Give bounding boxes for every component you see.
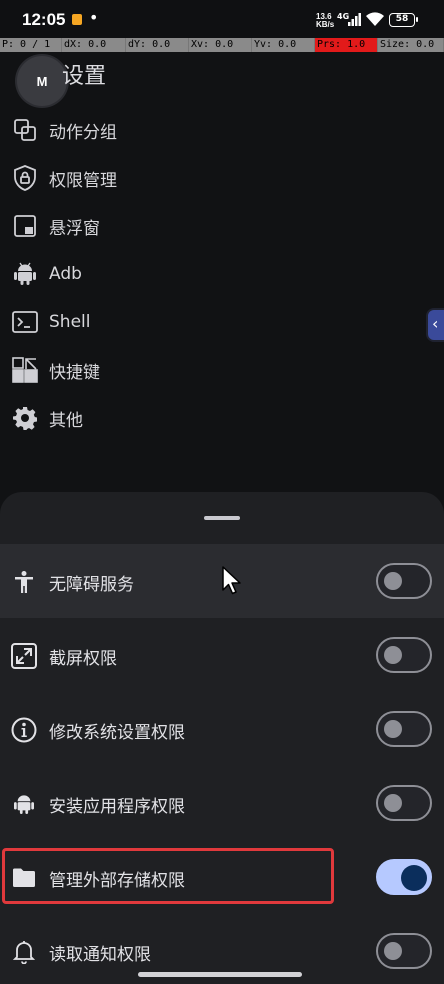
debug-yv: Yv: 0.0 [252,38,315,52]
menu-item-label: 权限管理 [49,170,117,191]
toggle-knob [384,720,402,738]
permission-label: 截屏权限 [49,649,117,669]
android-icon [12,261,38,287]
menu-item-floating-window[interactable]: 悬浮窗 [0,204,444,248]
permission-row-write-settings[interactable]: 修改系统设置权限 [0,692,444,766]
toggle-knob [384,942,402,960]
screenshot-expand-icon [10,642,38,670]
page-title: 设置 [62,64,107,89]
network-speed: 13.6 KB/s [316,13,334,29]
wifi-icon [366,12,384,26]
floating-avatar-button[interactable]: M [17,56,67,106]
accessibility-toggle[interactable] [376,563,432,599]
status-time: 12:05 [22,10,66,29]
menu-item-other[interactable]: 其他 [0,396,444,440]
menu-item-label: Adb [49,264,82,284]
toggle-knob [401,865,427,891]
notification-toggle[interactable] [376,933,432,969]
permission-label: 修改系统设置权限 [49,723,185,743]
network-speed-unit: KB/s [316,20,335,29]
external-storage-toggle[interactable] [376,859,432,895]
gesture-navigation-bar[interactable] [138,972,302,977]
permission-label: 读取通知权限 [49,945,151,965]
menu-item-label: 悬浮窗 [49,218,100,239]
debug-pointer-count: P: 0 / 1 [0,38,62,52]
edge-drawer-handle[interactable] [426,308,444,342]
battery-indicator: 58 [389,13,418,27]
write-settings-toggle[interactable] [376,711,432,747]
android-icon [10,790,38,818]
debug-pressure: Prs: 1.0 [315,38,378,52]
debug-size: Size: 0.0 [378,38,444,52]
mouse-cursor-icon [222,566,241,595]
menu-item-label: Shell [49,312,91,332]
toggle-knob [384,794,402,812]
screenshot-toggle[interactable] [376,637,432,673]
menu-item-label: 其他 [49,410,83,431]
gear-icon [12,405,38,431]
toggle-knob [384,572,402,590]
highlight-box [2,848,334,904]
menu-item-shell[interactable]: Shell [0,300,444,344]
toggle-knob [384,646,402,664]
menu-item-shortcuts[interactable]: 快捷键 [0,348,444,392]
copy-squares-icon [12,117,38,143]
debug-dx: dX: 0.0 [62,38,126,52]
permission-label: 无障碍服务 [49,575,134,595]
terminal-icon [12,309,38,335]
sheet-drag-handle[interactable] [204,516,240,520]
pointer-debug-bar: P: 0 / 1 dX: 0.0 dY: 0.0 Xv: 0.0 Yv: 0.0… [0,38,444,52]
more-notifications-icon: • [89,8,99,27]
menu-item-adb[interactable]: Adb [0,252,444,296]
permission-row-screenshot[interactable]: 截屏权限 [0,618,444,692]
floating-window-icon [12,213,38,239]
permission-row-install-apps[interactable]: 安装应用程序权限 [0,766,444,840]
permission-label: 安装应用程序权限 [49,797,185,817]
notification-icon [72,14,82,25]
signal-icon [348,13,361,26]
menu-item-label: 动作分组 [49,122,117,143]
accessibility-icon [10,568,38,596]
menu-item-action-groups[interactable]: 动作分组 [0,108,444,152]
debug-xv: Xv: 0.0 [189,38,252,52]
status-bar: 12:05 • 13.6 KB/s 4G 58 [0,0,444,38]
bell-icon [10,938,38,966]
shortcut-icon [12,357,38,383]
menu-item-permission-management[interactable]: 权限管理 [0,156,444,200]
debug-dy: dY: 0.0 [126,38,189,52]
shield-lock-icon [12,165,38,191]
menu-item-label: 快捷键 [49,362,100,383]
install-apps-toggle[interactable] [376,785,432,821]
info-icon [10,716,38,744]
